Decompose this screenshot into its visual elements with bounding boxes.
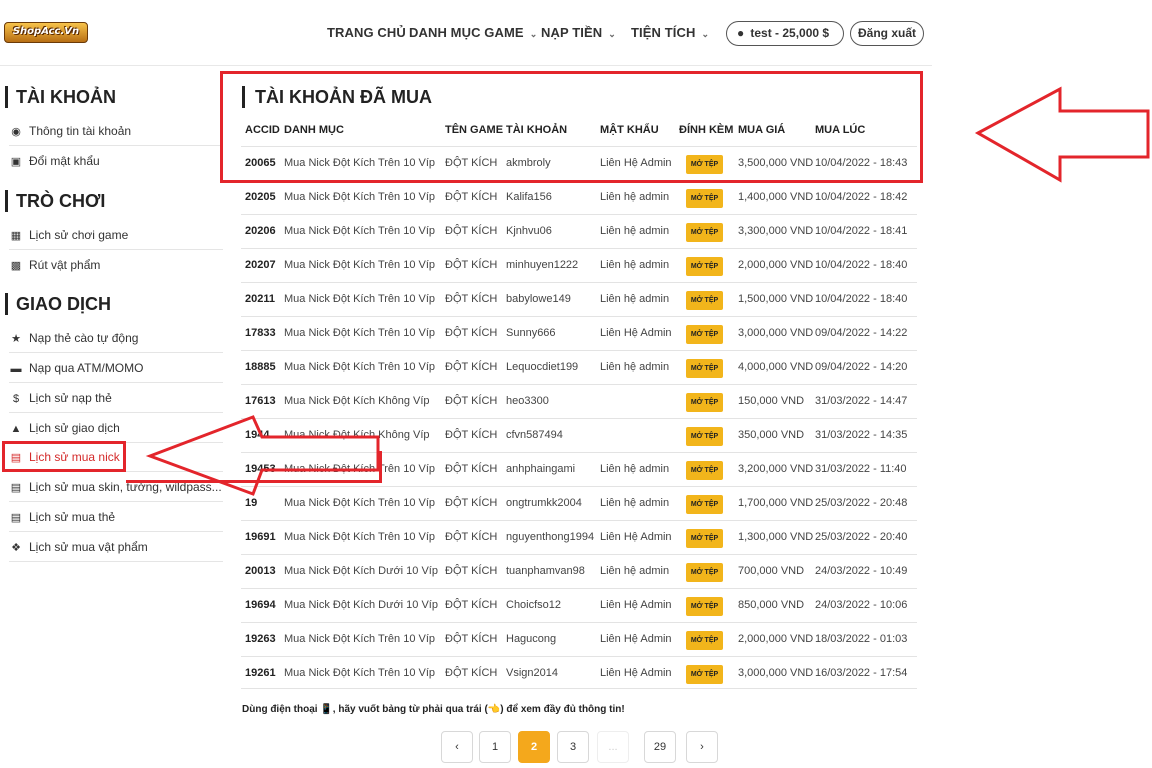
arrow-pointing-left-to-table	[974, 86, 1150, 183]
annotation-arrows	[145, 86, 1150, 496]
arrow-pointing-left-to-sidebar	[145, 415, 380, 496]
